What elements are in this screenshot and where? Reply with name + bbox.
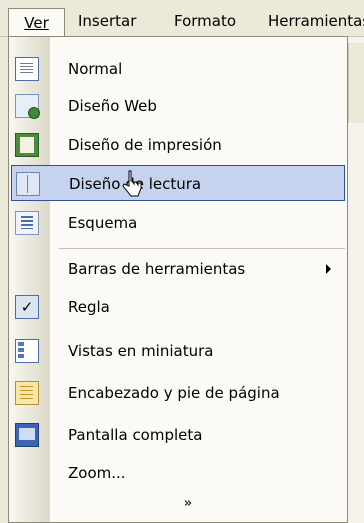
menu-item-zoom-label: Zoom... xyxy=(68,464,126,482)
menu-ver-label: Ver xyxy=(24,14,49,32)
menu-herramientas[interactable]: Herramientas xyxy=(268,7,364,35)
submenu-arrow-icon xyxy=(326,264,331,274)
menu-item-pantalla-completa-label: Pantalla completa xyxy=(68,426,203,444)
menu-item-vistas-miniatura[interactable]: Vistas en miniatura xyxy=(11,333,345,369)
menu-item-diseno-impresion[interactable]: Diseño de impresión xyxy=(11,127,345,163)
menu-item-pantalla-completa[interactable]: Pantalla completa xyxy=(11,417,345,453)
menu-item-encabezado-pie-label: Encabezado y pie de página xyxy=(68,384,280,402)
menu-item-encabezado-pie[interactable]: Encabezado y pie de página xyxy=(11,375,345,411)
menu-item-esquema[interactable]: Esquema xyxy=(11,205,345,241)
full-screen-icon xyxy=(15,423,39,447)
print-layout-icon xyxy=(15,133,39,157)
menu-item-diseno-impresion-label: Diseño de impresión xyxy=(68,136,222,154)
menu-insertar-label: Insertar xyxy=(78,12,137,30)
menu-item-diseno-web[interactable]: Diseño Web xyxy=(11,88,345,124)
menu-formato-label: Formato xyxy=(174,12,237,30)
menu-item-barras-herramientas[interactable]: Barras de herramientas xyxy=(11,251,345,287)
outline-icon xyxy=(15,211,39,235)
view-menu-dropdown: Normal Diseño Web Diseño de impresión Di… xyxy=(8,36,348,523)
menu-bar: Ver Insertar Formato Herramientas xyxy=(0,0,364,37)
menu-item-diseno-lectura[interactable]: Diseño de lectura xyxy=(11,165,345,201)
menu-ver[interactable]: Ver xyxy=(8,8,65,36)
header-footer-icon xyxy=(15,381,39,405)
check-icon: ✓ xyxy=(15,295,39,319)
menu-herramientas-label: Herramientas xyxy=(268,12,364,30)
menu-item-zoom[interactable]: Zoom... xyxy=(11,455,345,491)
menu-insertar[interactable]: Insertar xyxy=(78,7,136,35)
menu-item-esquema-label: Esquema xyxy=(68,214,138,232)
menu-item-barras-herramientas-label: Barras de herramientas xyxy=(68,260,246,278)
menu-item-regla-label: Regla xyxy=(68,298,110,316)
menu-separator xyxy=(59,248,345,249)
menu-item-diseno-web-label: Diseño Web xyxy=(68,97,157,115)
thumbnails-icon xyxy=(15,339,39,363)
menu-item-normal[interactable]: Normal xyxy=(11,51,345,87)
menu-formato[interactable]: Formato xyxy=(174,7,236,35)
web-layout-icon xyxy=(15,94,40,119)
reading-layout-icon xyxy=(16,172,40,196)
toolbar-edge xyxy=(348,43,364,123)
menu-item-regla[interactable]: ✓ Regla xyxy=(11,289,345,325)
menu-item-normal-label: Normal xyxy=(68,60,123,78)
document-area-edge xyxy=(348,37,364,523)
menu-item-vistas-miniatura-label: Vistas en miniatura xyxy=(68,342,214,360)
normal-view-icon xyxy=(15,57,39,81)
mouse-cursor-icon xyxy=(122,170,142,197)
expand-menu-chevron-icon[interactable]: » xyxy=(177,493,199,515)
